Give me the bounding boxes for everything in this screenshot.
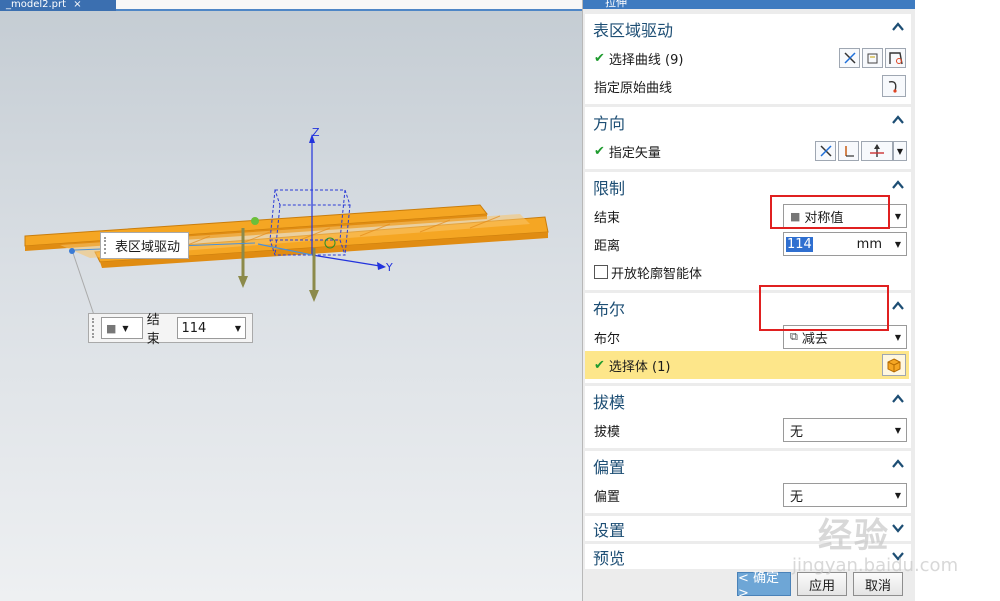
distance-row: 距离 114 mm ▼ (585, 230, 911, 258)
chevron-down-icon[interactable]: ▼ (893, 141, 907, 161)
specify-curve-label: 指定原始曲线 (594, 80, 673, 96)
axis-y-label: Y (385, 261, 393, 274)
vector-constructor-icon[interactable] (838, 141, 859, 161)
section-direction-header[interactable]: 方向 (585, 107, 911, 137)
collapse-caret-icon[interactable] (891, 299, 905, 313)
section-drive-title: 表区域驱动 (593, 21, 674, 40)
dialog-title-bar[interactable]: 拉伸 (583, 0, 915, 9)
end-value-box[interactable]: ■ ▼ 结束 114 ▼ (88, 313, 253, 347)
select-body-row[interactable]: ✔ 选择体 (1) (585, 351, 909, 379)
specify-curve-icon[interactable] (882, 75, 906, 97)
chevron-down-icon: ▼ (894, 333, 901, 342)
drive-label-text: 表区域驱动 (115, 240, 181, 255)
section-boolean-title: 布尔 (593, 300, 626, 319)
end-type-dropdown[interactable]: ■ ▼ (101, 317, 143, 339)
section-draft-header[interactable]: 拔模 (585, 386, 911, 416)
section-settings-title: 设置 (593, 520, 626, 540)
offset-row: 偏置 无 ▼ (585, 481, 911, 509)
distance-unit: mm (856, 236, 882, 252)
subtract-icon: ⧉ (790, 330, 798, 343)
annotation-box (759, 285, 889, 331)
section-offset: 偏置 偏置 无 ▼ (585, 451, 911, 513)
watermark: 经验 (818, 516, 890, 556)
section-draft-title: 拔模 (593, 393, 626, 412)
axis-z-label: Z (312, 126, 320, 139)
chevron-down-icon: ▼ (122, 323, 129, 333)
distance-input[interactable]: 114 mm ▼ (783, 232, 907, 256)
chevron-down-icon: ▼ (894, 426, 901, 435)
vector-icon[interactable] (861, 141, 893, 161)
section-boolean: 布尔 布尔 ⧉ 减去 ▼ ✔ 选择体 (1) (585, 285, 911, 383)
solid-body-icon: ■ (106, 321, 117, 335)
collapse-caret-icon[interactable] (891, 178, 905, 192)
end-distance-dropdown[interactable]: 114 ▼ (176, 317, 246, 339)
graphics-viewport[interactable]: _model2.prt × Z Y 表区域驱动 ■ ▼ 结束 114 ▼ (0, 0, 582, 601)
specify-vector-label: 指定矢量 (608, 145, 661, 161)
background-area (915, 0, 1000, 601)
draft-label: 拔模 (594, 424, 621, 440)
draft-row: 拔模 无 ▼ (585, 416, 911, 444)
distance-value: 114 (786, 236, 813, 252)
section-drive-header[interactable]: 表区域驱动 (585, 14, 911, 44)
collapse-caret-icon[interactable] (891, 20, 905, 34)
collapse-caret-icon[interactable] (891, 113, 905, 127)
watermark-url: jingyan.baidu.com (792, 555, 959, 576)
section-limits: 限制 结束 ■ 对称值 ▼ 距离 114 mm ▼ 开放轮廓智能体 (585, 172, 911, 290)
section-preview-title: 预览 (593, 548, 626, 568)
open-profile-row[interactable]: 开放轮廓智能体 (585, 258, 911, 286)
curve-rule-icon[interactable] (839, 48, 860, 68)
bool-label: 布尔 (594, 331, 621, 347)
drive-label[interactable]: 表区域驱动 (100, 232, 190, 259)
end-box-label: 结束 (146, 313, 160, 347)
open-profile-checkbox[interactable] (594, 265, 608, 279)
chevron-down-icon: ▼ (894, 212, 901, 221)
chevron-down-icon: ▼ (894, 491, 901, 500)
offset-dropdown[interactable]: 无 ▼ (783, 483, 907, 507)
draft-value: 无 (790, 424, 804, 440)
select-curve-label: 选择曲线 (9) (608, 52, 684, 68)
offset-value: 无 (790, 489, 804, 505)
check-icon: ✔ (594, 50, 605, 66)
sketch-icon[interactable] (862, 48, 883, 68)
collapse-caret-icon[interactable] (891, 457, 905, 471)
specify-vector-row[interactable]: ✔ 指定矢量 ▼ (585, 137, 911, 165)
specify-curve-row[interactable]: 指定原始曲线 (585, 72, 911, 100)
draft-dropdown[interactable]: 无 ▼ (783, 418, 907, 442)
open-profile-label: 开放轮廓智能体 (611, 266, 703, 282)
section-limits-title: 限制 (593, 179, 626, 198)
reverse-direction-icon[interactable] (815, 141, 836, 161)
chevron-down-icon: ▼ (234, 323, 241, 333)
ok-button[interactable]: < 确定 > (737, 571, 791, 601)
expand-caret-icon[interactable] (891, 521, 905, 535)
section-direction-title: 方向 (593, 114, 626, 133)
solid-body-icon[interactable] (882, 354, 906, 376)
annotation-box (770, 195, 890, 229)
curve-select-icon[interactable] (885, 48, 906, 68)
end-box-value: 114 (181, 320, 207, 336)
dialog-title: 拉伸 (605, 0, 627, 9)
section-offset-title: 偏置 (593, 458, 626, 477)
check-icon: ✔ (594, 143, 605, 159)
section-draft: 拔模 拔模 无 ▼ (585, 386, 911, 448)
check-icon: ✔ (594, 357, 605, 373)
section-drive: 表区域驱动 ✔ 选择曲线 (9) 指定原始曲线 (585, 14, 911, 104)
distance-label: 距离 (594, 238, 621, 254)
model-scene: Z Y (24, 126, 549, 316)
section-offset-header[interactable]: 偏置 (585, 451, 911, 481)
offset-label: 偏置 (594, 489, 621, 505)
select-curve-row[interactable]: ✔ 选择曲线 (9) (585, 44, 911, 72)
section-direction: 方向 ✔ 指定矢量 ▼ (585, 107, 911, 169)
chevron-down-icon: ▼ (894, 240, 901, 249)
collapse-caret-icon[interactable] (891, 392, 905, 406)
select-body-label: 选择体 (1) (608, 359, 671, 375)
end-label: 结束 (594, 210, 621, 226)
